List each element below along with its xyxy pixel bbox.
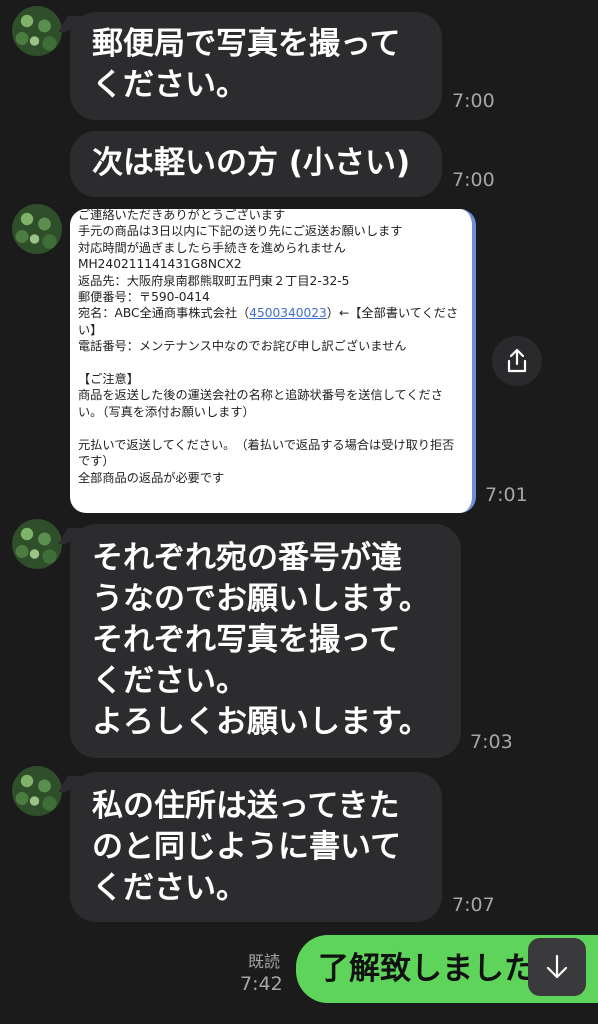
read-status: 既読 <box>248 952 281 971</box>
message-bubble[interactable]: 次は軽いの方 (小さい) <box>70 131 442 197</box>
avatar[interactable] <box>12 204 62 254</box>
message-time: 7:00 <box>452 90 495 112</box>
message-time: 7:01 <box>485 484 528 506</box>
avatar[interactable] <box>12 6 62 56</box>
share-icon <box>507 348 527 373</box>
message-bubble[interactable]: 郵便局で写真を撮って ください。 <box>70 12 442 120</box>
message-time: 7:07 <box>452 894 495 916</box>
avatar[interactable] <box>12 519 62 569</box>
scroll-down-button[interactable] <box>528 938 586 996</box>
message-bubble[interactable]: 私の住所は送ってきた のと同じように書いて ください。 <box>70 772 442 922</box>
share-button[interactable] <box>492 336 542 386</box>
message-time: 7:42 <box>240 973 283 995</box>
image-text: ご連絡いただきありがとうございます 手元の商品は3日以内に下記の送り先にご返送お… <box>78 209 459 485</box>
image-message[interactable]: ご連絡いただきありがとうございます 手元の商品は3日以内に下記の送り先にご返送お… <box>70 209 476 513</box>
arrow-down-icon <box>546 954 568 979</box>
message-time: 7:00 <box>452 169 495 191</box>
avatar[interactable] <box>12 766 62 816</box>
message-bubble[interactable]: それぞれ宛の番号が違 うなのでお願いします。 それぞれ写真を撮って ください。 … <box>70 524 461 758</box>
image-link-number: 4500340023 <box>249 306 327 321</box>
message-time: 7:03 <box>470 731 513 753</box>
